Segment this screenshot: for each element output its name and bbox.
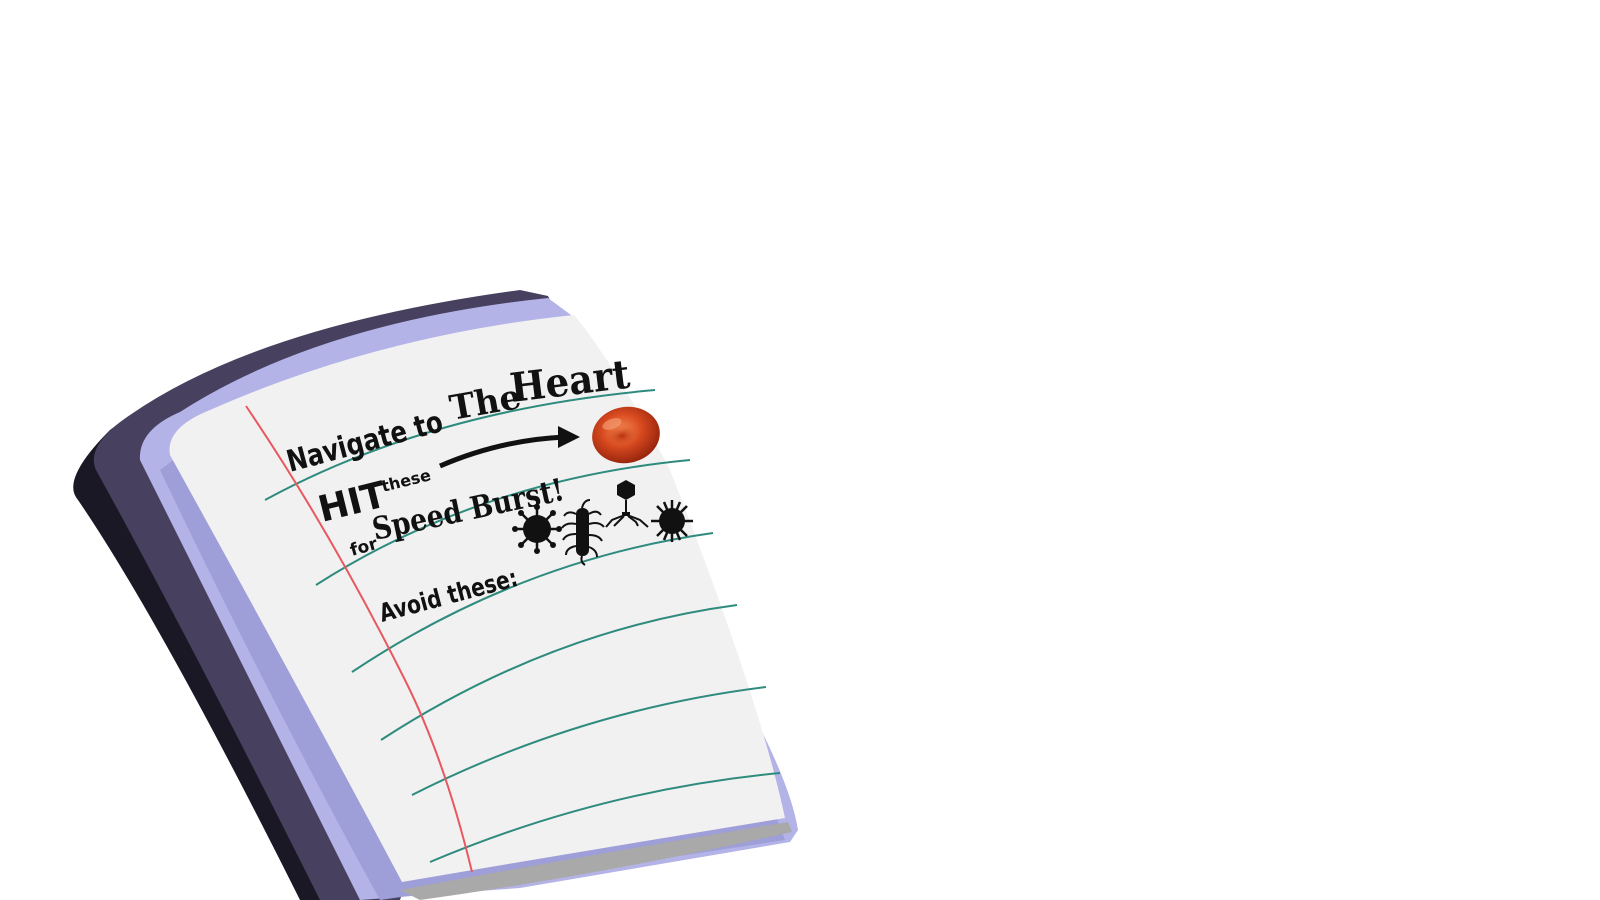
game-scene: Navigate to The Heart HIT these for Spee… — [73, 290, 799, 900]
spiky-germ-icon — [651, 500, 693, 542]
virus-icon — [512, 504, 562, 554]
